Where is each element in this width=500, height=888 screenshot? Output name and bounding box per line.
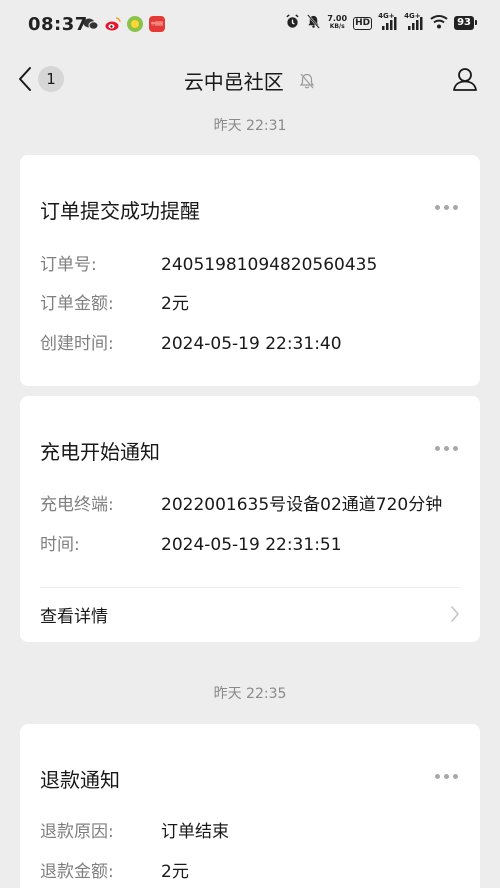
wifi-icon [430, 14, 448, 32]
battery-icon: 93 [454, 16, 477, 30]
green-app-icon [127, 16, 143, 32]
card-title: 订单提交成功提醒 [40, 199, 200, 223]
order-amount-row: 订单金额: 2元 [40, 292, 470, 316]
refund-amount-row: 退款金额: 2元 [40, 860, 470, 884]
chevron-right-icon [451, 606, 459, 622]
hd-voice-icon: HD [353, 16, 373, 30]
field-label: 退款金额: [40, 862, 114, 882]
field-value: 2024-05-19 22:31:51 [161, 535, 342, 555]
weibo-icon [105, 16, 121, 32]
created-time-row: 创建时间: 2024-05-19 22:31:40 [40, 332, 470, 356]
muted-bell-icon [300, 73, 315, 88]
network-speed-value: 7.00 [327, 14, 348, 23]
view-details-link[interactable]: 查看详情 [20, 588, 480, 642]
field-value: 订单结束 [161, 822, 229, 842]
status-indicators: 7.00 KB/s HD 4G+ 4G+ 93 [285, 12, 477, 32]
network-speed-unit: KB/s [329, 23, 345, 30]
field-label: 充电终端: [40, 495, 114, 515]
field-label: 退款原因: [40, 822, 114, 842]
status-app-icons: 中国国 [83, 16, 165, 32]
network-type-1: 4G+ [378, 12, 395, 20]
field-label: 时间: [40, 535, 80, 555]
field-label: 订单金额: [40, 294, 114, 314]
charge-start-notification-card[interactable]: 充电开始通知 充电终端: 2022001635号设备02通道720分钟 时间: … [20, 396, 480, 642]
status-time: 08:37 [28, 14, 88, 35]
profile-button[interactable] [452, 66, 478, 96]
more-options-icon[interactable] [433, 199, 460, 216]
more-options-icon[interactable] [433, 440, 460, 457]
signal-icon-2: 4G+ [404, 12, 424, 31]
field-label: 订单号: [40, 255, 97, 275]
message-timestamp: 昨天 22:31 [213, 118, 287, 134]
chat-title-wrap: 云中邑社区 [0, 66, 500, 95]
refund-reason-row: 退款原因: 订单结束 [40, 820, 470, 844]
field-value: 2022001635号设备02通道720分钟 [161, 495, 443, 515]
refund-notification-card[interactable]: 退款通知 退款原因: 订单结束 退款金额: 2元 [20, 724, 480, 888]
card-title: 充电开始通知 [40, 440, 160, 464]
red-app-icon-label: 中国国 [151, 21, 163, 26]
screen: 08:37 中国国 7.00 KB/s HD 4G+ 4G+ 93 1 云中邑社… [0, 0, 500, 888]
charging-terminal-row: 充电终端: 2022001635号设备02通道720分钟 [40, 493, 470, 517]
nav-bar: 1 云中邑社区 [0, 50, 500, 110]
chat-title: 云中邑社区 [183, 70, 284, 94]
person-icon [453, 68, 477, 91]
network-speed: 7.00 KB/s [327, 15, 347, 31]
wechat-icon [83, 16, 99, 32]
order-notification-card[interactable]: 订单提交成功提醒 订单号: 24051981094820560435 订单金额:… [20, 155, 480, 386]
field-label: 创建时间: [40, 334, 114, 354]
field-value: 2元 [161, 294, 189, 314]
status-bar: 08:37 中国国 7.00 KB/s HD 4G+ 4G+ 93 [0, 0, 500, 50]
field-value: 2024-05-19 22:31:40 [161, 334, 342, 354]
signal-icon-1: 4G+ [378, 12, 398, 31]
message-timestamp: 昨天 22:35 [213, 686, 287, 702]
red-app-icon: 中国国 [149, 16, 165, 32]
order-number-row: 订单号: 24051981094820560435 [40, 253, 470, 277]
field-value: 24051981094820560435 [161, 255, 378, 275]
network-type-2: 4G+ [404, 12, 421, 20]
card-title: 退款通知 [40, 768, 120, 792]
alarm-icon [285, 14, 300, 32]
view-details-label: 查看详情 [40, 607, 108, 627]
mute-icon [306, 14, 321, 32]
more-options-icon[interactable] [433, 768, 460, 785]
charge-time-row: 时间: 2024-05-19 22:31:51 [40, 533, 470, 557]
field-value: 2元 [161, 862, 189, 882]
